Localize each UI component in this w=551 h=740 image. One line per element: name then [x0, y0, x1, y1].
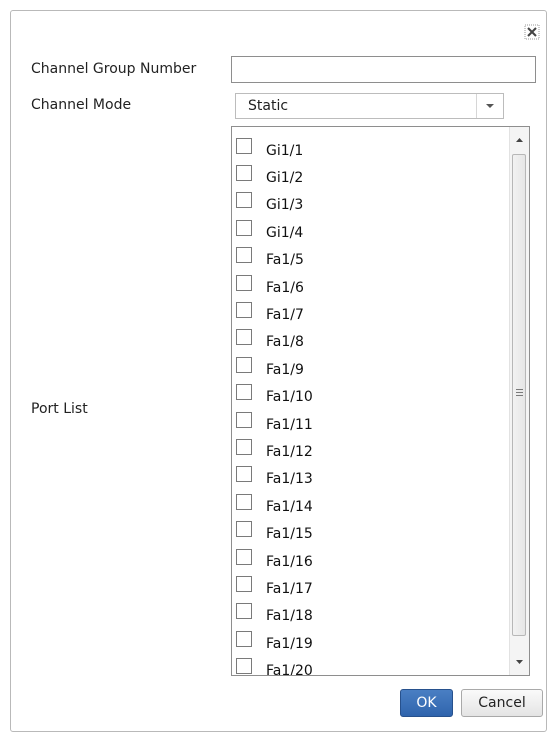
port-checkbox[interactable]	[236, 548, 252, 565]
port-checkbox[interactable]	[236, 658, 252, 675]
port-label: Gi1/4	[266, 224, 304, 241]
port-list-item[interactable]: Fa1/17	[232, 573, 508, 600]
channel-mode-value: Static	[248, 98, 289, 114]
port-checkbox[interactable]	[236, 192, 252, 209]
port-checkbox[interactable]	[236, 329, 252, 346]
channel-mode-select[interactable]: Static	[235, 93, 504, 119]
port-label: Fa1/5	[266, 252, 304, 269]
port-list-item[interactable]: Fa1/7	[232, 299, 508, 326]
port-list-item[interactable]: Fa1/19	[232, 628, 508, 655]
port-checkbox[interactable]	[236, 630, 252, 647]
port-list-item[interactable]: Fa1/16	[232, 546, 508, 573]
port-label: Fa1/13	[266, 471, 313, 488]
port-label: Fa1/9	[266, 361, 304, 378]
port-list-item[interactable]: Fa1/11	[232, 409, 508, 436]
port-checkbox[interactable]	[236, 274, 252, 291]
port-label: Gi1/1	[266, 142, 304, 159]
port-checkbox[interactable]	[236, 411, 252, 428]
port-label: Fa1/20	[266, 663, 313, 676]
port-list-item[interactable]: Fa1/13	[232, 464, 508, 491]
port-checkbox[interactable]	[236, 384, 252, 401]
scroll-thumb-grip	[516, 389, 523, 398]
port-label: Gi1/2	[266, 170, 304, 187]
port-checkbox[interactable]	[236, 438, 252, 455]
port-list-item[interactable]: Gi1/1	[232, 135, 508, 162]
channel-group-dialog: Channel Group Number Channel Mode Static…	[10, 10, 547, 732]
port-list-item[interactable]: Fa1/15	[232, 518, 508, 545]
port-list-item[interactable]: Fa1/20	[232, 655, 508, 676]
port-list-item[interactable]: Gi1/3	[232, 190, 508, 217]
scroll-thumb[interactable]	[512, 154, 526, 636]
channel-group-number-input[interactable]	[231, 56, 536, 83]
port-label: Fa1/15	[266, 526, 313, 543]
port-label: Fa1/11	[266, 416, 313, 433]
port-checkbox[interactable]	[236, 137, 252, 154]
port-list-label: Port List	[31, 401, 88, 417]
port-label: Fa1/14	[266, 498, 313, 515]
port-list-item[interactable]: Fa1/10	[232, 382, 508, 409]
port-label: Fa1/12	[266, 443, 313, 460]
port-label: Fa1/17	[266, 580, 313, 597]
port-checkbox[interactable]	[236, 302, 252, 319]
port-list-scrollbar[interactable]	[509, 127, 529, 675]
ok-button[interactable]: OK	[400, 689, 453, 717]
port-label: Fa1/18	[266, 608, 313, 625]
port-list-item[interactable]: Gi1/2	[232, 162, 508, 189]
port-checkbox[interactable]	[236, 219, 252, 236]
port-list-item[interactable]: Fa1/6	[232, 272, 508, 299]
port-list-item[interactable]: Gi1/4	[232, 217, 508, 244]
port-checkbox[interactable]	[236, 493, 252, 510]
port-label: Fa1/7	[266, 307, 304, 324]
port-label: Fa1/10	[266, 389, 313, 406]
port-list-items: Gi1/1 Gi1/2 Gi1/3 Gi1/4 Fa1/5 Fa1/6 Fa1/7 Fa1/8…	[232, 135, 508, 676]
port-label: Fa1/8	[266, 334, 304, 351]
scroll-down-arrow-icon[interactable]	[510, 652, 529, 672]
port-label: Fa1/19	[266, 635, 313, 652]
scroll-up-arrow-icon[interactable]	[510, 130, 529, 150]
port-list-item[interactable]: Fa1/8	[232, 327, 508, 354]
port-list-item[interactable]: Fa1/5	[232, 245, 508, 272]
port-list-item[interactable]: Fa1/12	[232, 436, 508, 463]
port-label: Gi1/3	[266, 197, 304, 214]
chevron-down-icon[interactable]	[476, 94, 503, 118]
channel-group-number-label: Channel Group Number	[31, 61, 197, 77]
cancel-button[interactable]: Cancel	[461, 689, 543, 717]
port-list-item[interactable]: Fa1/14	[232, 491, 508, 518]
port-checkbox[interactable]	[236, 466, 252, 483]
port-label: Fa1/16	[266, 553, 313, 570]
port-checkbox[interactable]	[236, 165, 252, 182]
close-icon[interactable]	[524, 24, 540, 40]
port-list[interactable]: Gi1/1 Gi1/2 Gi1/3 Gi1/4 Fa1/5 Fa1/6 Fa1/7 Fa1/8…	[231, 126, 530, 676]
port-list-item[interactable]: Fa1/18	[232, 601, 508, 628]
port-label: Fa1/6	[266, 279, 304, 296]
port-list-item[interactable]: Fa1/9	[232, 354, 508, 381]
port-checkbox[interactable]	[236, 356, 252, 373]
port-checkbox[interactable]	[236, 247, 252, 264]
port-checkbox[interactable]	[236, 521, 252, 538]
channel-mode-label: Channel Mode	[31, 97, 132, 113]
port-checkbox[interactable]	[236, 603, 252, 620]
port-checkbox[interactable]	[236, 575, 252, 592]
